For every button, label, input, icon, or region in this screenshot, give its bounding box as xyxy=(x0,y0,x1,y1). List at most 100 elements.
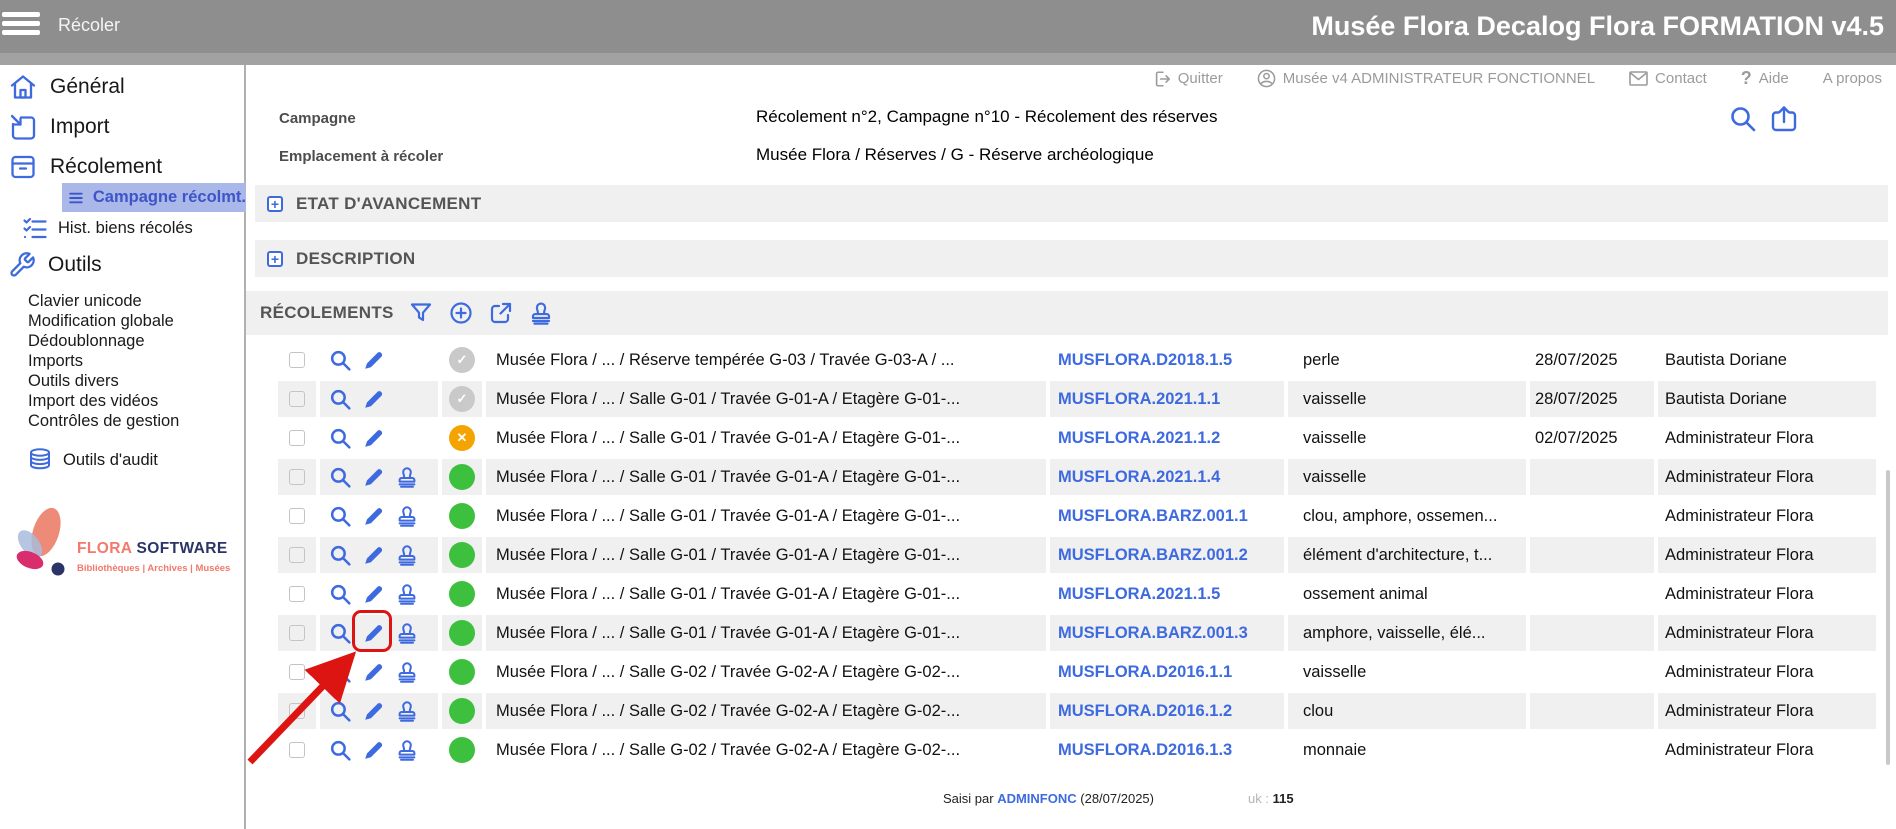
row-status-icon: ✓ xyxy=(449,386,475,412)
edit-pencil-icon[interactable] xyxy=(362,582,386,606)
sidebar-item-clavier-unicode[interactable]: Clavier unicode xyxy=(28,291,142,311)
export-window-icon[interactable] xyxy=(1768,103,1800,135)
view-magnifier-icon[interactable] xyxy=(328,465,353,490)
row-checkbox[interactable] xyxy=(289,547,305,563)
sidebar-item-outils-divers[interactable]: Outils divers xyxy=(28,371,119,391)
row-date: 02/07/2025 xyxy=(1535,429,1618,448)
contact-button[interactable]: Contact xyxy=(1629,70,1707,87)
row-ref-link[interactable]: MUSFLORA.2021.1.4 xyxy=(1058,468,1220,487)
view-magnifier-icon[interactable] xyxy=(328,543,353,568)
table-row: Musée Flora / ... / Salle G-02 / Travée … xyxy=(278,732,1876,764)
wrench-icon xyxy=(8,251,36,279)
row-ref-link[interactable]: MUSFLORA.D2016.1.3 xyxy=(1058,741,1232,760)
row-ref-link[interactable]: MUSFLORA.2021.1.2 xyxy=(1058,429,1220,448)
sidebar-item-outils-audit[interactable]: Outils d'audit xyxy=(27,443,158,477)
view-magnifier-icon[interactable] xyxy=(328,504,353,529)
add-circle-icon[interactable] xyxy=(448,300,474,326)
current-user-label: Musée v4 ADMINISTRATEUR FONCTIONNEL xyxy=(1283,70,1595,87)
view-magnifier-icon[interactable] xyxy=(328,387,353,412)
campagne-value: Récolement n°2, Campagne n°10 - Récoleme… xyxy=(756,107,1218,127)
row-checkbox[interactable] xyxy=(289,469,305,485)
row-agent: Bautista Doriane xyxy=(1665,351,1787,370)
row-objects: ossement animal xyxy=(1303,585,1428,604)
stamp-icon[interactable] xyxy=(395,660,419,684)
row-agent: Administrateur Flora xyxy=(1665,546,1814,565)
sidebar-item-controles-gestion[interactable]: Contrôles de gestion xyxy=(28,411,179,431)
row-checkbox[interactable] xyxy=(289,508,305,524)
stamp-icon[interactable] xyxy=(395,465,419,489)
emplacement-value: Musée Flora / Réserves / G - Réserve arc… xyxy=(756,145,1154,165)
sidebar-item-dedoublonnage[interactable]: Dédoublonnage xyxy=(28,331,145,351)
saisi-user-link[interactable]: ADMINFONC xyxy=(997,791,1076,806)
view-magnifier-icon[interactable] xyxy=(328,348,353,373)
row-ref-link[interactable]: MUSFLORA.BARZ.001.3 xyxy=(1058,624,1248,643)
aide-label: Aide xyxy=(1759,70,1789,87)
stamp-icon[interactable] xyxy=(395,504,419,528)
edit-pencil-icon[interactable] xyxy=(362,465,386,489)
sidebar-item-modification-globale[interactable]: Modification globale xyxy=(28,311,174,331)
row-objects: monnaie xyxy=(1303,741,1366,760)
stamp-icon[interactable] xyxy=(395,699,419,723)
home-icon xyxy=(8,72,38,102)
row-location: Musée Flora / ... / Salle G-01 / Travée … xyxy=(496,429,960,448)
external-link-icon[interactable] xyxy=(488,300,514,326)
view-magnifier-icon[interactable] xyxy=(328,582,353,607)
aide-button[interactable]: ? Aide xyxy=(1741,68,1789,89)
sidebar-item-general[interactable]: Général xyxy=(8,69,125,105)
sidebar-item-label: Imports xyxy=(28,352,83,371)
sidebar-item-import[interactable]: Import xyxy=(8,109,110,145)
row-location: Musée Flora / ... / Salle G-01 / Travée … xyxy=(496,468,960,487)
stamp-icon[interactable] xyxy=(395,582,419,606)
sidebar-item-import-videos[interactable]: Import des vidéos xyxy=(28,391,158,411)
edit-pencil-icon[interactable] xyxy=(362,543,386,567)
quitter-button[interactable]: Quitter xyxy=(1153,70,1223,88)
search-icon[interactable] xyxy=(1728,104,1758,134)
row-checkbox[interactable] xyxy=(289,430,305,446)
view-magnifier-icon[interactable] xyxy=(328,426,353,451)
stamp-icon[interactable] xyxy=(395,621,419,645)
row-ref-link[interactable]: MUSFLORA.D2016.1.1 xyxy=(1058,663,1232,682)
section-description[interactable]: + DESCRIPTION xyxy=(255,240,1888,277)
emplacement-label: Emplacement à récoler xyxy=(279,148,443,165)
edit-pencil-icon[interactable] xyxy=(362,504,386,528)
edit-pencil-icon[interactable] xyxy=(362,348,386,372)
section-etat-avancement[interactable]: + ETAT D'AVANCEMENT xyxy=(255,185,1888,222)
row-ref-link[interactable]: MUSFLORA.2021.1.1 xyxy=(1058,390,1220,409)
current-user-button[interactable]: Musée v4 ADMINISTRATEUR FONCTIONNEL xyxy=(1257,69,1595,88)
stamp-icon[interactable] xyxy=(395,738,419,762)
expand-plus-icon[interactable]: + xyxy=(267,251,283,267)
row-agent: Administrateur Flora xyxy=(1665,429,1814,448)
row-status-icon: ✓ xyxy=(449,347,475,373)
stamp-icon[interactable] xyxy=(395,543,419,567)
user-icon xyxy=(1257,69,1276,88)
row-agent: Bautista Doriane xyxy=(1665,390,1787,409)
row-status-icon: ✕ xyxy=(449,425,475,451)
sidebar-item-recolement[interactable]: Récolement xyxy=(8,149,162,185)
edit-pencil-icon[interactable] xyxy=(362,426,386,450)
sidebar-item-hist-biens-recoles[interactable]: Hist. biens récolés xyxy=(22,215,193,241)
stamp-icon[interactable] xyxy=(528,300,554,326)
sidebar-item-outils[interactable]: Outils xyxy=(8,247,102,283)
row-ref-link[interactable]: MUSFLORA.BARZ.001.1 xyxy=(1058,507,1248,526)
table-row: Musée Flora / ... / Salle G-01 / Travée … xyxy=(278,498,1876,534)
uk-value: 115 xyxy=(1273,791,1294,806)
row-checkbox[interactable] xyxy=(289,352,305,368)
table-row: Musée Flora / ... / Salle G-01 / Travée … xyxy=(278,459,1876,495)
archive-box-icon xyxy=(8,152,38,182)
filter-icon[interactable] xyxy=(408,300,434,326)
row-ref-link[interactable]: MUSFLORA.D2016.1.2 xyxy=(1058,702,1232,721)
row-ref-link[interactable]: MUSFLORA.BARZ.001.2 xyxy=(1058,546,1248,565)
row-checkbox[interactable] xyxy=(289,586,305,602)
row-ref-link[interactable]: MUSFLORA.D2018.1.5 xyxy=(1058,351,1232,370)
hamburger-menu-icon[interactable] xyxy=(2,12,40,39)
sidebar-item-imports[interactable]: Imports xyxy=(28,351,83,371)
table-scrollbar[interactable] xyxy=(1886,470,1890,765)
sidebar-item-campagne-recolmt[interactable]: Campagne récolmt. xyxy=(62,183,246,212)
apropos-button[interactable]: A propos xyxy=(1823,70,1882,87)
row-ref-link[interactable]: MUSFLORA.2021.1.5 xyxy=(1058,585,1220,604)
edit-pencil-icon[interactable] xyxy=(362,387,386,411)
expand-plus-icon[interactable]: + xyxy=(267,196,283,212)
row-location: Musée Flora / ... / Salle G-01 / Travée … xyxy=(496,546,960,565)
row-checkbox[interactable] xyxy=(289,391,305,407)
row-objects: vaisselle xyxy=(1303,663,1366,682)
